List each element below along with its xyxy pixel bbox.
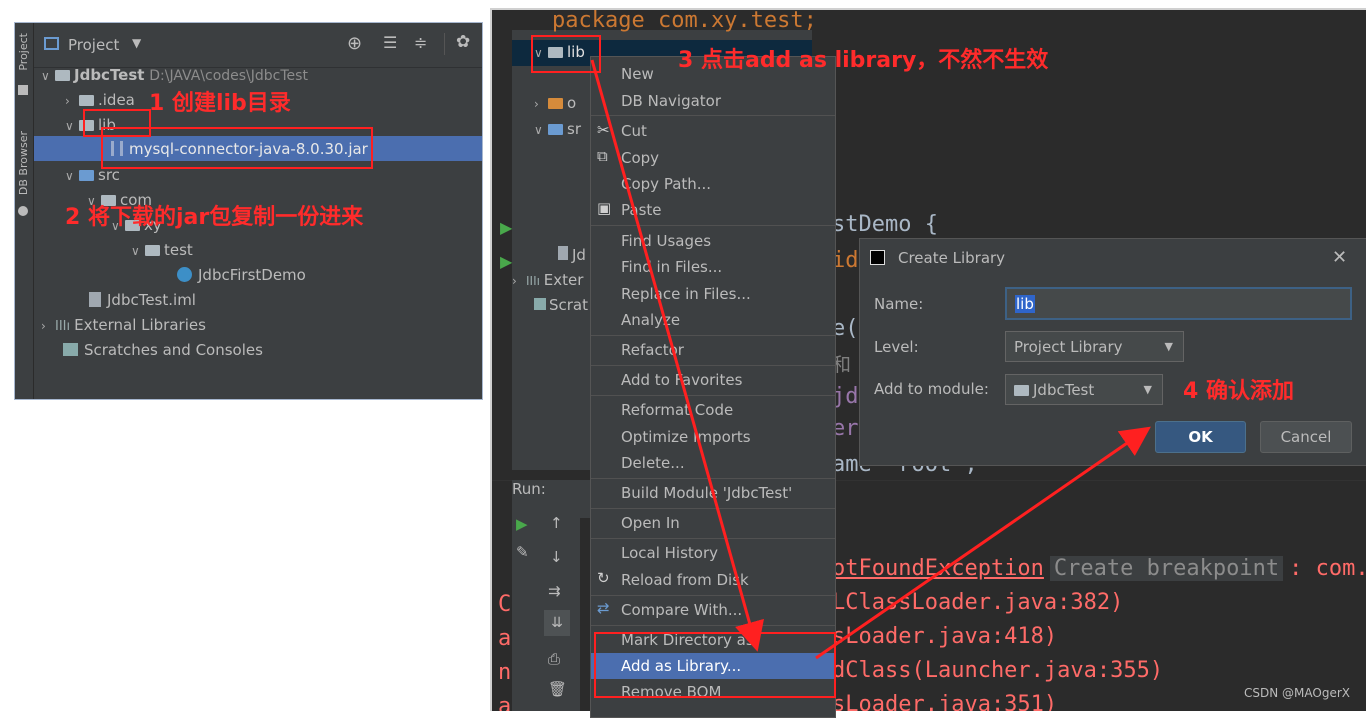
annotation-arrows	[590, 59, 1151, 660]
arrow-to-ok-button	[815, 426, 1151, 660]
arrow-to-add-as-library	[590, 59, 764, 652]
